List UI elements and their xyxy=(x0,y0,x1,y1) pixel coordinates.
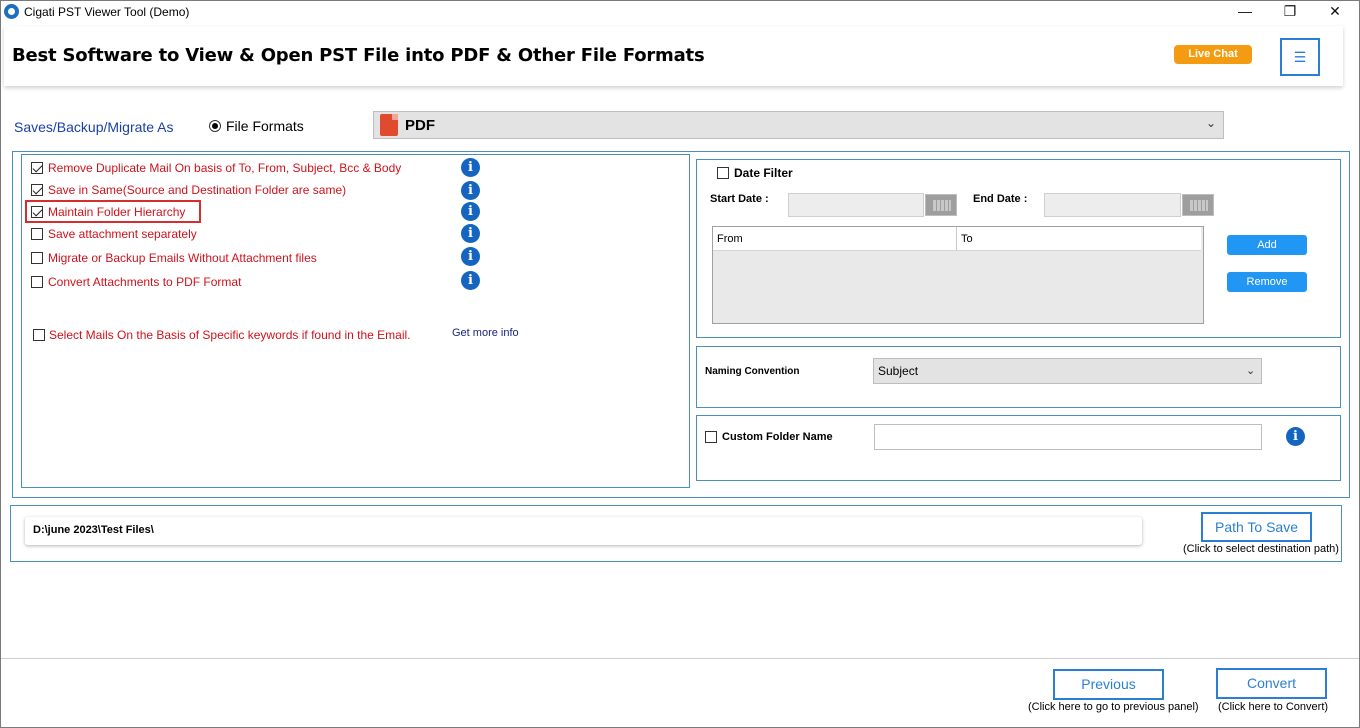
option-checkbox-save-attachment[interactable] xyxy=(31,228,43,240)
file-formats-radio[interactable] xyxy=(209,120,221,132)
chevron-down-icon[interactable]: ⌄ xyxy=(1246,364,1255,377)
option-checkbox-without-attachment[interactable] xyxy=(31,252,43,264)
option-checkbox-convert-attachments[interactable] xyxy=(31,276,43,288)
column-header-to: To xyxy=(957,227,1201,251)
previous-button[interactable]: Previous xyxy=(1053,669,1164,700)
file-formats-radio-label[interactable]: File Formats xyxy=(226,118,304,134)
end-date-label: End Date : xyxy=(973,193,1028,205)
pdf-file-icon xyxy=(380,114,398,136)
info-icon[interactable]: i xyxy=(461,181,480,200)
selected-format-label: PDF xyxy=(405,117,435,134)
get-more-info-link[interactable]: Get more info xyxy=(452,327,519,339)
option-checkbox-remove-duplicate[interactable] xyxy=(31,162,43,174)
keywords-checkbox[interactable] xyxy=(33,329,45,341)
start-date-label: Start Date : xyxy=(710,193,769,205)
option-label-without-attachment: Migrate or Backup Emails Without Attachm… xyxy=(48,251,317,265)
maximize-button[interactable]: ❐ xyxy=(1267,0,1313,24)
info-icon[interactable]: i xyxy=(461,247,480,266)
calendar-icon xyxy=(1190,200,1208,211)
info-icon[interactable]: i xyxy=(461,202,480,221)
menu-button[interactable]: ☰ xyxy=(1280,38,1320,76)
end-date-input[interactable] xyxy=(1044,193,1181,217)
minimize-button[interactable]: — xyxy=(1222,0,1268,24)
banner-title: Best Software to View & Open PST File in… xyxy=(12,45,705,66)
option-label-save-in-same: Save in Same(Source and Destination Fold… xyxy=(48,183,347,197)
path-to-save-button[interactable]: Path To Save xyxy=(1201,512,1312,542)
previous-hint: (Click here to go to previous panel) xyxy=(1028,701,1199,713)
custom-folder-checkbox[interactable] xyxy=(705,431,717,443)
title-bar xyxy=(0,0,1360,24)
footer-divider xyxy=(0,658,1360,659)
live-chat-button[interactable]: Live Chat xyxy=(1174,45,1252,64)
option-checkbox-save-in-same[interactable] xyxy=(31,184,43,196)
destination-path-value: D:\june 2023\Test Files\ xyxy=(33,524,154,536)
option-label-convert-attachments: Convert Attachments to PDF Format xyxy=(48,275,242,289)
naming-convention-select[interactable]: Subject xyxy=(873,358,1262,384)
custom-folder-label: Custom Folder Name xyxy=(722,431,833,443)
chevron-down-icon[interactable]: ⌄ xyxy=(1206,116,1216,130)
add-date-button[interactable]: Add xyxy=(1227,235,1307,255)
info-icon[interactable]: i xyxy=(1286,427,1305,446)
option-label-maintain-hierarchy: Maintain Folder Hierarchy xyxy=(48,205,186,219)
saves-backup-migrate-label: Saves/Backup/Migrate As xyxy=(14,119,174,135)
path-to-save-hint: (Click to select destination path) xyxy=(1183,543,1339,555)
date-filter-checkbox[interactable] xyxy=(717,167,729,179)
close-button[interactable]: ✕ xyxy=(1312,0,1358,24)
keywords-label: Select Mails On the Basis of Specific ke… xyxy=(49,328,411,342)
convert-hint: (Click here to Convert) xyxy=(1218,701,1329,713)
option-label-remove-duplicate: Remove Duplicate Mail On basis of To, Fr… xyxy=(48,161,402,175)
info-icon[interactable]: i xyxy=(461,158,480,177)
start-date-input[interactable] xyxy=(788,193,924,217)
start-date-calendar-button[interactable] xyxy=(925,194,957,216)
app-logo-icon xyxy=(4,4,19,19)
custom-folder-input[interactable] xyxy=(874,424,1262,450)
remove-date-button[interactable]: Remove xyxy=(1227,272,1307,292)
window-title: Cigati PST Viewer Tool (Demo) xyxy=(24,5,190,19)
destination-path-field[interactable] xyxy=(25,517,1142,545)
hamburger-menu-icon: ☰ xyxy=(1293,49,1307,65)
date-filter-label: Date Filter xyxy=(734,166,793,180)
convert-button[interactable]: Convert xyxy=(1216,668,1327,699)
file-format-select[interactable] xyxy=(373,111,1224,139)
option-label-save-attachment: Save attachment separately xyxy=(48,227,197,241)
naming-convention-label: Naming Convention xyxy=(705,366,800,377)
info-icon[interactable]: i xyxy=(461,271,480,290)
info-icon[interactable]: i xyxy=(461,224,480,243)
option-checkbox-maintain-hierarchy[interactable] xyxy=(31,206,43,218)
calendar-icon xyxy=(933,200,951,211)
end-date-calendar-button[interactable] xyxy=(1182,194,1214,216)
column-header-from: From xyxy=(713,227,957,251)
